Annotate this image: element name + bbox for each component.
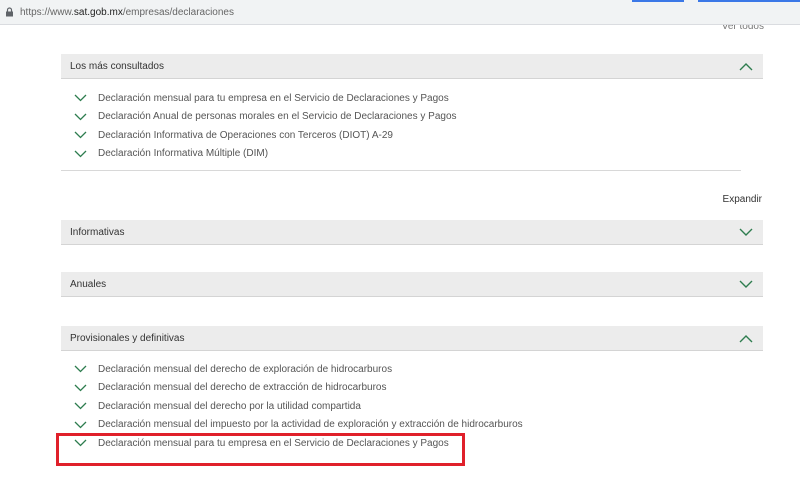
section-header-mas-consultados[interactable]: Los más consultados xyxy=(61,54,763,79)
lock-icon xyxy=(6,7,13,17)
chevron-down-icon xyxy=(74,150,87,158)
chevron-down-icon xyxy=(74,94,87,102)
list-item-label: Declaración mensual para tu empresa en e… xyxy=(98,92,449,104)
list-item-label: Declaración Informativa de Operaciones c… xyxy=(98,129,393,141)
list-item[interactable]: Declaración Informativa de Operaciones c… xyxy=(74,126,457,145)
chevron-down-icon xyxy=(739,280,753,288)
list-item[interactable]: Declaración mensual del derecho por la u… xyxy=(74,397,523,416)
chevron-up-icon xyxy=(739,334,753,342)
list-item-label: Declaración mensual del derecho de explo… xyxy=(98,363,393,375)
list-item-label: Declaración mensual del derecho de extra… xyxy=(98,382,387,394)
list-item[interactable]: Declaración mensual para tu empresa en e… xyxy=(74,89,457,108)
list-item[interactable]: Declaración Informativa Múltiple (DIM) xyxy=(74,145,457,164)
section-header-informativas[interactable]: Informativas xyxy=(61,220,763,245)
chevron-down-icon xyxy=(74,113,87,121)
list-item-label: Declaración mensual del derecho por la u… xyxy=(98,400,361,412)
chevron-down-icon xyxy=(739,228,753,236)
list-item[interactable]: Declaración mensual del derecho de explo… xyxy=(74,360,523,379)
expandir-link[interactable]: Expandir xyxy=(723,194,762,205)
section-title: Provisionales y definitivas xyxy=(70,332,185,344)
chevron-up-icon xyxy=(739,62,753,70)
chevron-down-icon xyxy=(74,384,87,392)
list-item[interactable]: Declaración mensual del impuesto por la … xyxy=(74,416,523,435)
chevron-down-icon xyxy=(74,131,87,139)
url-text: https://www.sat.gob.mx/empresas/declarac… xyxy=(20,6,234,18)
ver-todos-link[interactable]: Ver todos xyxy=(722,25,764,35)
chevron-down-icon xyxy=(74,402,87,410)
highlight-box xyxy=(56,433,465,466)
section-header-anuales[interactable]: Anuales xyxy=(61,272,763,297)
divider xyxy=(61,170,741,171)
address-bar[interactable]: https://www.sat.gob.mx/empresas/declarac… xyxy=(0,0,800,25)
list-item[interactable]: Declaración mensual del derecho de extra… xyxy=(74,379,523,398)
chevron-down-icon xyxy=(74,365,87,373)
section-title: Los más consultados xyxy=(70,60,164,72)
list-item-label: Declaración Informativa Múltiple (DIM) xyxy=(98,148,269,160)
chevron-down-icon xyxy=(74,421,87,429)
tab-indicator xyxy=(632,0,800,3)
list-item-label: Declaración Anual de personas morales en… xyxy=(98,111,457,123)
mas-consultados-list: Declaración mensual para tu empresa en e… xyxy=(74,89,457,163)
list-item-label: Declaración mensual del impuesto por la … xyxy=(98,419,523,431)
section-header-provisionales[interactable]: Provisionales y definitivas xyxy=(61,326,763,351)
list-item[interactable]: Declaración Anual de personas morales en… xyxy=(74,108,457,127)
section-title: Informativas xyxy=(70,226,125,238)
section-title: Anuales xyxy=(70,278,107,290)
